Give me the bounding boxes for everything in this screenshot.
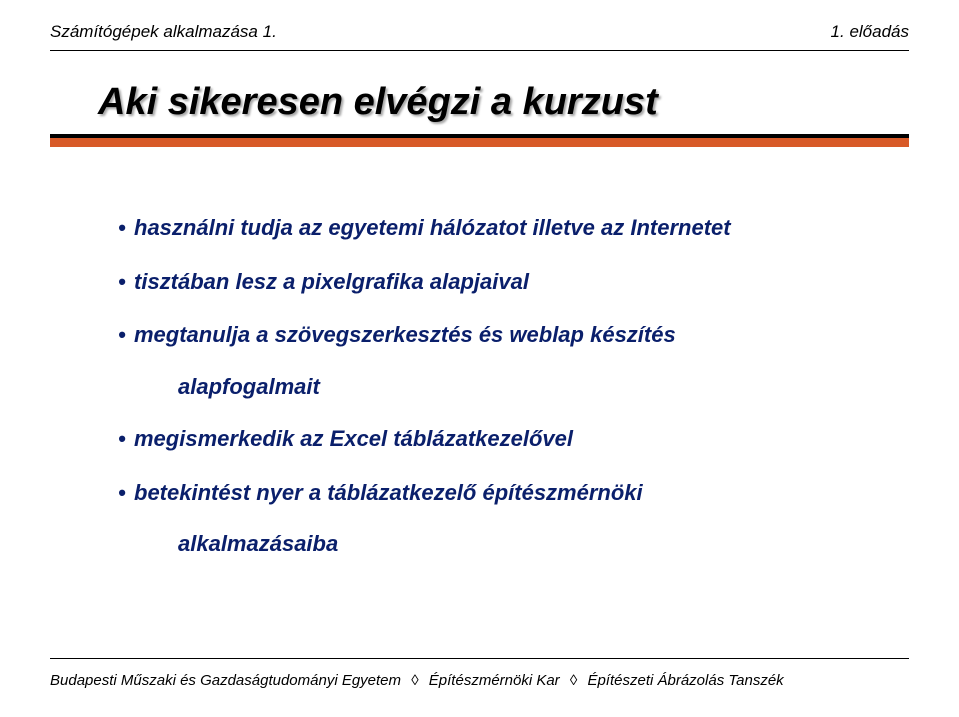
slide-footer: Budapesti Műszaki és Gazdaságtudományi E… [50, 672, 909, 689]
bullet-item: megismerkedik az Excel táblázatkezelővel [118, 424, 899, 454]
diamond-icon: ◊ [564, 672, 583, 689]
header-right: 1. előadás [831, 22, 909, 42]
footer-part-2: Építészmérnöki Kar [429, 672, 560, 689]
header-left: Számítógépek alkalmazása 1. [50, 22, 277, 42]
slide-page: Számítógépek alkalmazása 1. 1. előadás A… [0, 0, 959, 717]
footer-rule [50, 658, 909, 659]
bullet-subline: alkalmazásaiba [118, 531, 899, 557]
bullet-item: betekintést nyer a táblázatkezelő építés… [118, 478, 899, 508]
bullet-item: használni tudja az egyetemi hálózatot il… [118, 213, 899, 243]
slide-title: Aki sikeresen elvégzi a kurzust [0, 51, 959, 128]
slide-body: használni tudja az egyetemi hálózatot il… [0, 153, 959, 557]
bullet-item: megtanulja a szövegszerkesztés és weblap… [118, 320, 899, 350]
slide-header: Számítógépek alkalmazása 1. 1. előadás [0, 0, 959, 50]
title-accent-bar [50, 138, 909, 147]
footer-part-1: Budapesti Műszaki és Gazdaságtudományi E… [50, 672, 401, 689]
bullet-subline: alapfogalmait [118, 374, 899, 400]
footer-part-3: Építészeti Ábrázolás Tanszék [587, 672, 783, 689]
diamond-icon: ◊ [405, 672, 424, 689]
bullet-item: tisztában lesz a pixelgrafika alapjaival [118, 267, 899, 297]
